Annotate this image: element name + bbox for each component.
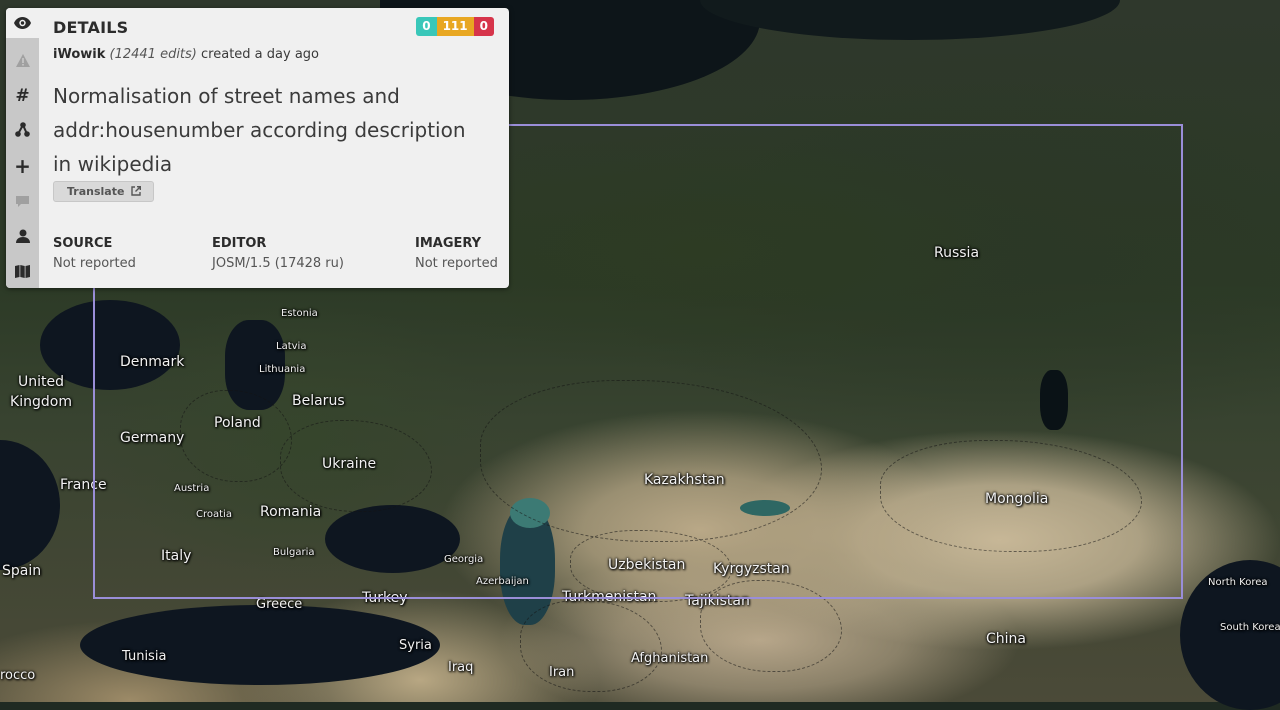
map-label-greece: Greece [256, 597, 303, 612]
warning-icon [15, 53, 30, 67]
geometry-tab[interactable] [6, 115, 39, 145]
map-label-north-korea: North Korea [1208, 577, 1268, 588]
plus-icon: + [14, 154, 31, 178]
map-label-united-kingdom: United Kingdom [10, 374, 72, 410]
changeset-byline: iWowik (12441 edits) created a day ago [53, 47, 319, 62]
user-link[interactable]: iWowik [53, 47, 105, 62]
tags-tab[interactable]: # [6, 81, 39, 111]
editor-section: EDITOR JOSM/1.5 (17428 ru) [212, 236, 344, 271]
map-label-morocco: rocco [0, 668, 36, 683]
editor-label: EDITOR [212, 236, 267, 251]
mediterranean-sea [80, 605, 440, 685]
translate-button[interactable]: Translate [53, 181, 155, 202]
atlantic-ocean [0, 440, 60, 570]
panel-title: DETAILS [53, 18, 129, 37]
source-section: SOURCE Not reported [53, 236, 136, 271]
sidebar-rail: # + [6, 8, 39, 288]
user-icon [15, 229, 30, 243]
map-label-syria: Syria [399, 638, 432, 653]
map-label-tunisia: Tunisia [122, 649, 167, 664]
add-tab[interactable]: + [6, 151, 39, 181]
comment-icon [16, 195, 29, 207]
change-count-badges: 0 111 0 [416, 17, 494, 36]
deleted-count-badge: 0 [473, 17, 494, 36]
hashtag-icon: # [15, 86, 30, 106]
changeset-comment: Normalisation of street names and addr:h… [53, 84, 466, 176]
imagery-section: IMAGERY Not reported [415, 236, 498, 271]
map-label-spain: Spain [2, 563, 42, 579]
map-tab[interactable] [6, 256, 39, 286]
details-content: DETAILS 0 111 0 iWowik (12441 edits) cre… [53, 8, 509, 288]
external-link-icon [131, 186, 142, 196]
modified-count-badge: 111 [436, 17, 474, 36]
discussion-tab[interactable] [6, 186, 39, 216]
geometry-icon [15, 122, 30, 137]
map-label-south-korea: South Korea [1220, 622, 1280, 633]
created-count-badge: 0 [416, 17, 437, 36]
map-icon [15, 264, 30, 278]
map-label-iraq: Iraq [448, 660, 474, 675]
map-label-iran: Iran [549, 665, 575, 680]
border-shape [520, 600, 662, 692]
flags-tab[interactable] [6, 45, 39, 75]
source-value: Not reported [53, 256, 136, 271]
user-edit-count: (12441 edits) [109, 47, 197, 62]
details-tab[interactable] [6, 8, 39, 38]
map-label-china: China [986, 631, 1026, 647]
changeset-details-panel: # + DETAILS 0 111 0 iWowik (12441 edits)… [6, 8, 509, 288]
eye-icon [14, 17, 31, 29]
editor-value: JOSM/1.5 (17428 ru) [212, 256, 344, 271]
user-tab[interactable] [6, 221, 39, 251]
source-label: SOURCE [53, 236, 113, 251]
imagery-value: Not reported [415, 256, 498, 271]
created-time: created a day ago [201, 47, 319, 62]
imagery-label: IMAGERY [415, 236, 482, 251]
map-label-afghanistan: Afghanistan [631, 651, 709, 666]
arctic-ocean-east [700, 0, 1120, 40]
translate-label: Translate [67, 185, 125, 198]
